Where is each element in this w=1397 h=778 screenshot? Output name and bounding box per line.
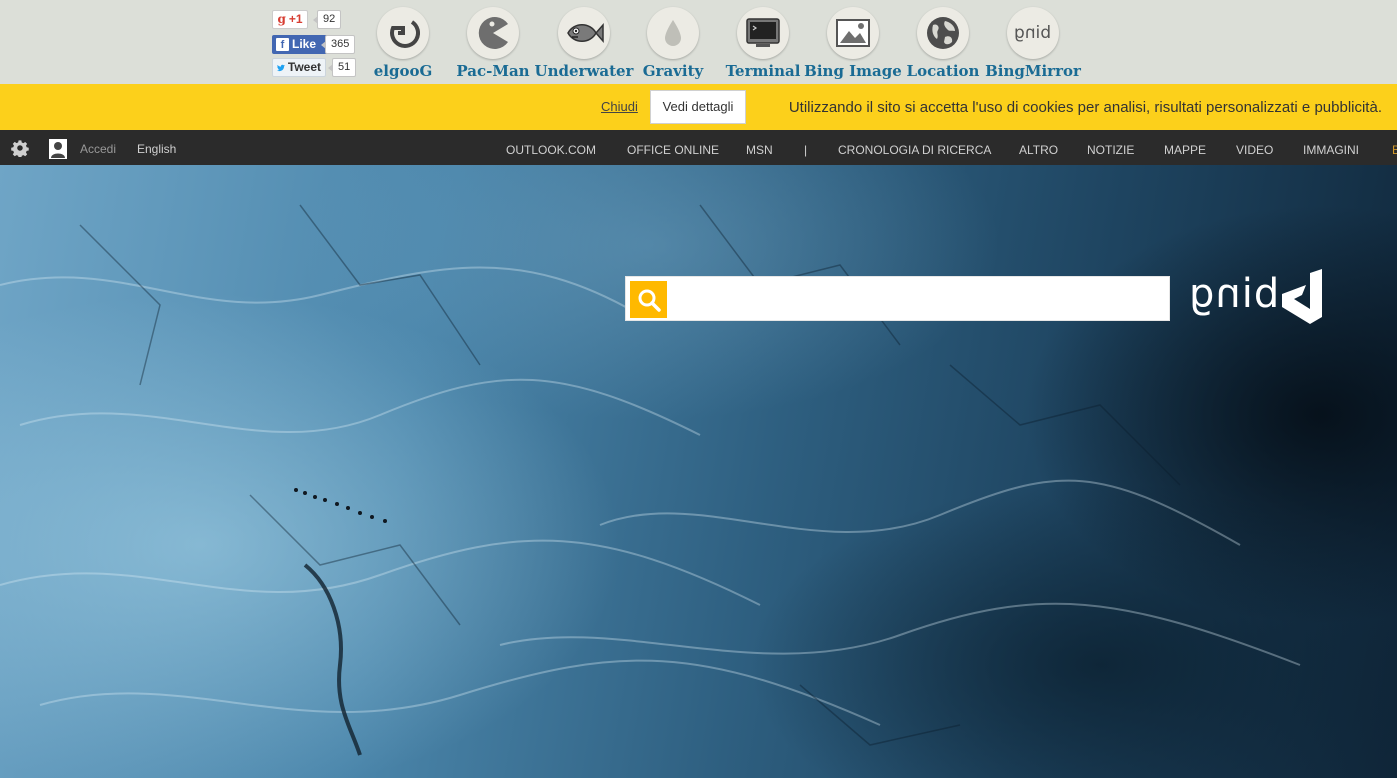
facebook-like-count: 365 — [320, 35, 356, 54]
bing-icon: bing — [1014, 23, 1052, 43]
cookie-message: Utilizzando il sito si accetta l'uso di … — [788, 99, 1382, 116]
nav-item-cronologia[interactable]: CRONOLOGIA DI RICERCA — [838, 143, 991, 157]
globe-icon — [927, 17, 959, 49]
hero-background: bing — [0, 165, 1397, 778]
google-plus-count: 92 — [312, 10, 342, 29]
language-link[interactable]: English — [137, 142, 176, 156]
search-icon — [638, 289, 661, 312]
terminal-icon — [746, 18, 780, 47]
nav-item-msn[interactable]: MSN — [746, 143, 773, 157]
tool-gravity[interactable]: Gravity — [623, 4, 723, 84]
tool-pacman[interactable]: Pac-Man — [443, 4, 543, 84]
top-nav: B IMMAGINI VIDEO MAPPE NOTIZIE ALTRO CRO… — [0, 130, 1397, 165]
nav-item-immagini[interactable]: IMMAGINI — [1303, 143, 1359, 157]
bing-logo-text: bing — [1188, 271, 1280, 317]
tool-elgoog[interactable]: elgooG — [353, 4, 453, 84]
drop-icon — [665, 20, 681, 46]
tweet-button[interactable]: Tweet — [272, 58, 326, 77]
nav-item-outlook[interactable]: OUTLOOK.COM — [506, 143, 596, 157]
facebook-like-widget: f Like 365 — [272, 35, 356, 54]
google-plus-icon: g — [277, 12, 286, 26]
bing-logo: bing — [1188, 269, 1328, 325]
search-input[interactable] — [672, 279, 1166, 318]
tool-bing-image[interactable]: Bing Image — [803, 4, 903, 84]
google-plus-widget: g +1 92 — [272, 10, 352, 29]
tool-terminal[interactable]: Terminal — [713, 4, 813, 84]
picture-icon — [836, 19, 870, 47]
google-plus-button[interactable]: g +1 — [272, 10, 308, 29]
mirror-tools-bar: g +1 92 f Like 365 Tweet 51 elgooG Pac-Ma… — [0, 0, 1397, 84]
nav-item-mappe[interactable]: MAPPE — [1164, 143, 1206, 157]
twitter-bird-icon — [277, 64, 285, 71]
elgoog-icon — [390, 20, 420, 48]
twitter-widget: Tweet 51 — [272, 58, 357, 77]
search-box — [625, 276, 1170, 321]
cookie-details-button[interactable]: Vedi dettagli — [650, 90, 746, 124]
nav-separator: | — [804, 143, 808, 157]
nav-item-video[interactable]: VIDEO — [1236, 143, 1273, 157]
cookie-banner: Utilizzando il sito si accetta l'uso di … — [0, 84, 1397, 130]
cookie-close-link[interactable]: Chiudi — [601, 99, 638, 114]
fish-icon — [567, 23, 604, 43]
tool-bingmirror[interactable]: bing BingMirror — [983, 4, 1083, 84]
nav-accent: B — [1392, 143, 1397, 157]
gear-icon[interactable] — [11, 139, 29, 157]
nav-item-office-online[interactable]: OFFICE ONLINE — [627, 143, 719, 157]
tool-location[interactable]: Location — [893, 4, 993, 84]
facebook-icon: f — [276, 38, 289, 51]
pacman-icon — [478, 17, 508, 49]
user-icon[interactable] — [49, 139, 67, 159]
sign-in-link[interactable]: Accedi — [80, 142, 116, 156]
nav-item-altro[interactable]: ALTRO — [1019, 143, 1058, 157]
tool-underwater[interactable]: Underwater — [534, 4, 634, 84]
nav-item-notizie[interactable]: NOTIZIE — [1087, 143, 1134, 157]
glacier-texture — [0, 204, 1301, 756]
search-button[interactable] — [630, 281, 667, 318]
